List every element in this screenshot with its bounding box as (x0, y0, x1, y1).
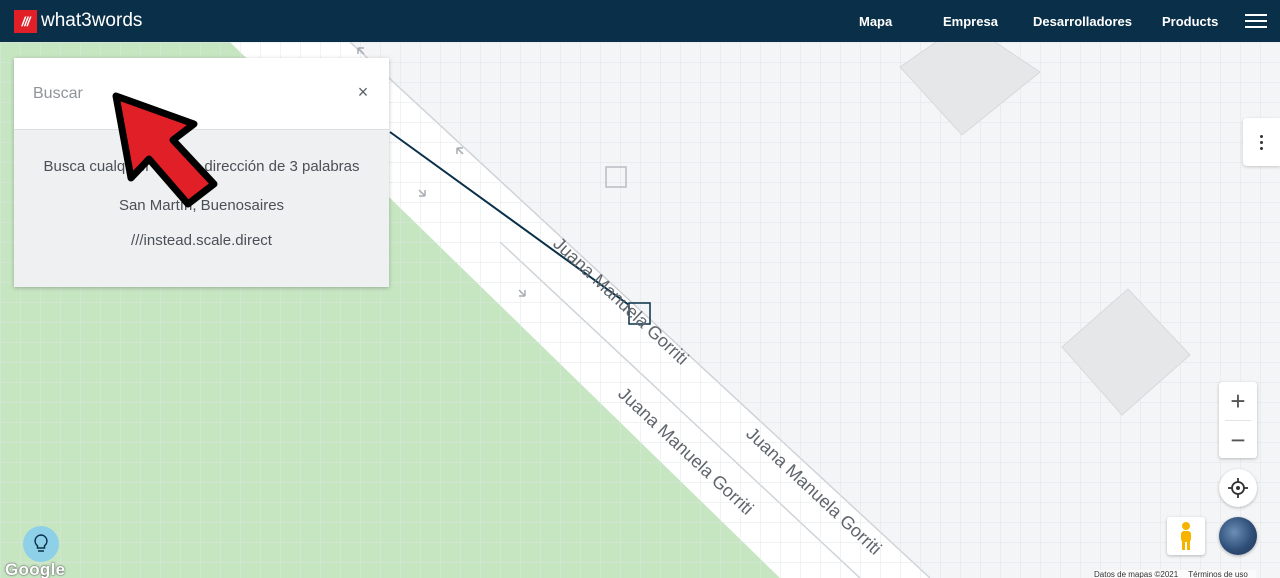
close-icon[interactable]: × (356, 83, 370, 101)
zoom-control: + − (1219, 382, 1257, 458)
hamburger-menu-icon[interactable] (1245, 14, 1267, 28)
example-address[interactable]: ///instead.scale.direct (14, 232, 389, 249)
locate-icon[interactable] (1219, 469, 1257, 507)
logo-text: what3words (41, 10, 143, 31)
lightbulb-icon[interactable] (23, 526, 59, 562)
red-arrow-annotation (112, 92, 218, 208)
globe-icon[interactable] (1219, 517, 1257, 555)
google-logo: Google (5, 560, 66, 578)
nav-item-mapa[interactable]: Mapa (859, 14, 892, 29)
top-navigation-bar: /// what3words Mapa Empresa Desarrollado… (0, 0, 1280, 42)
pegman-icon[interactable] (1167, 517, 1205, 555)
nav-item-empresa[interactable]: Empresa (943, 14, 998, 29)
more-vertical-icon[interactable] (1243, 118, 1280, 166)
what3words-logo[interactable]: /// what3words (14, 9, 143, 33)
map-attribution: Datos de mapas ©2021 Términos de uso (1094, 570, 1256, 578)
map-data-credit: Datos de mapas ©2021 (1094, 570, 1179, 578)
zoom-out-button[interactable]: − (1219, 421, 1257, 459)
nav-item-desarrolladores[interactable]: Desarrolladores (1033, 14, 1132, 29)
zoom-in-button[interactable]: + (1219, 382, 1257, 420)
nav-item-products[interactable]: Products (1162, 14, 1218, 29)
terms-link[interactable]: Términos de uso (1188, 570, 1248, 578)
logo-mark: /// (14, 9, 37, 33)
